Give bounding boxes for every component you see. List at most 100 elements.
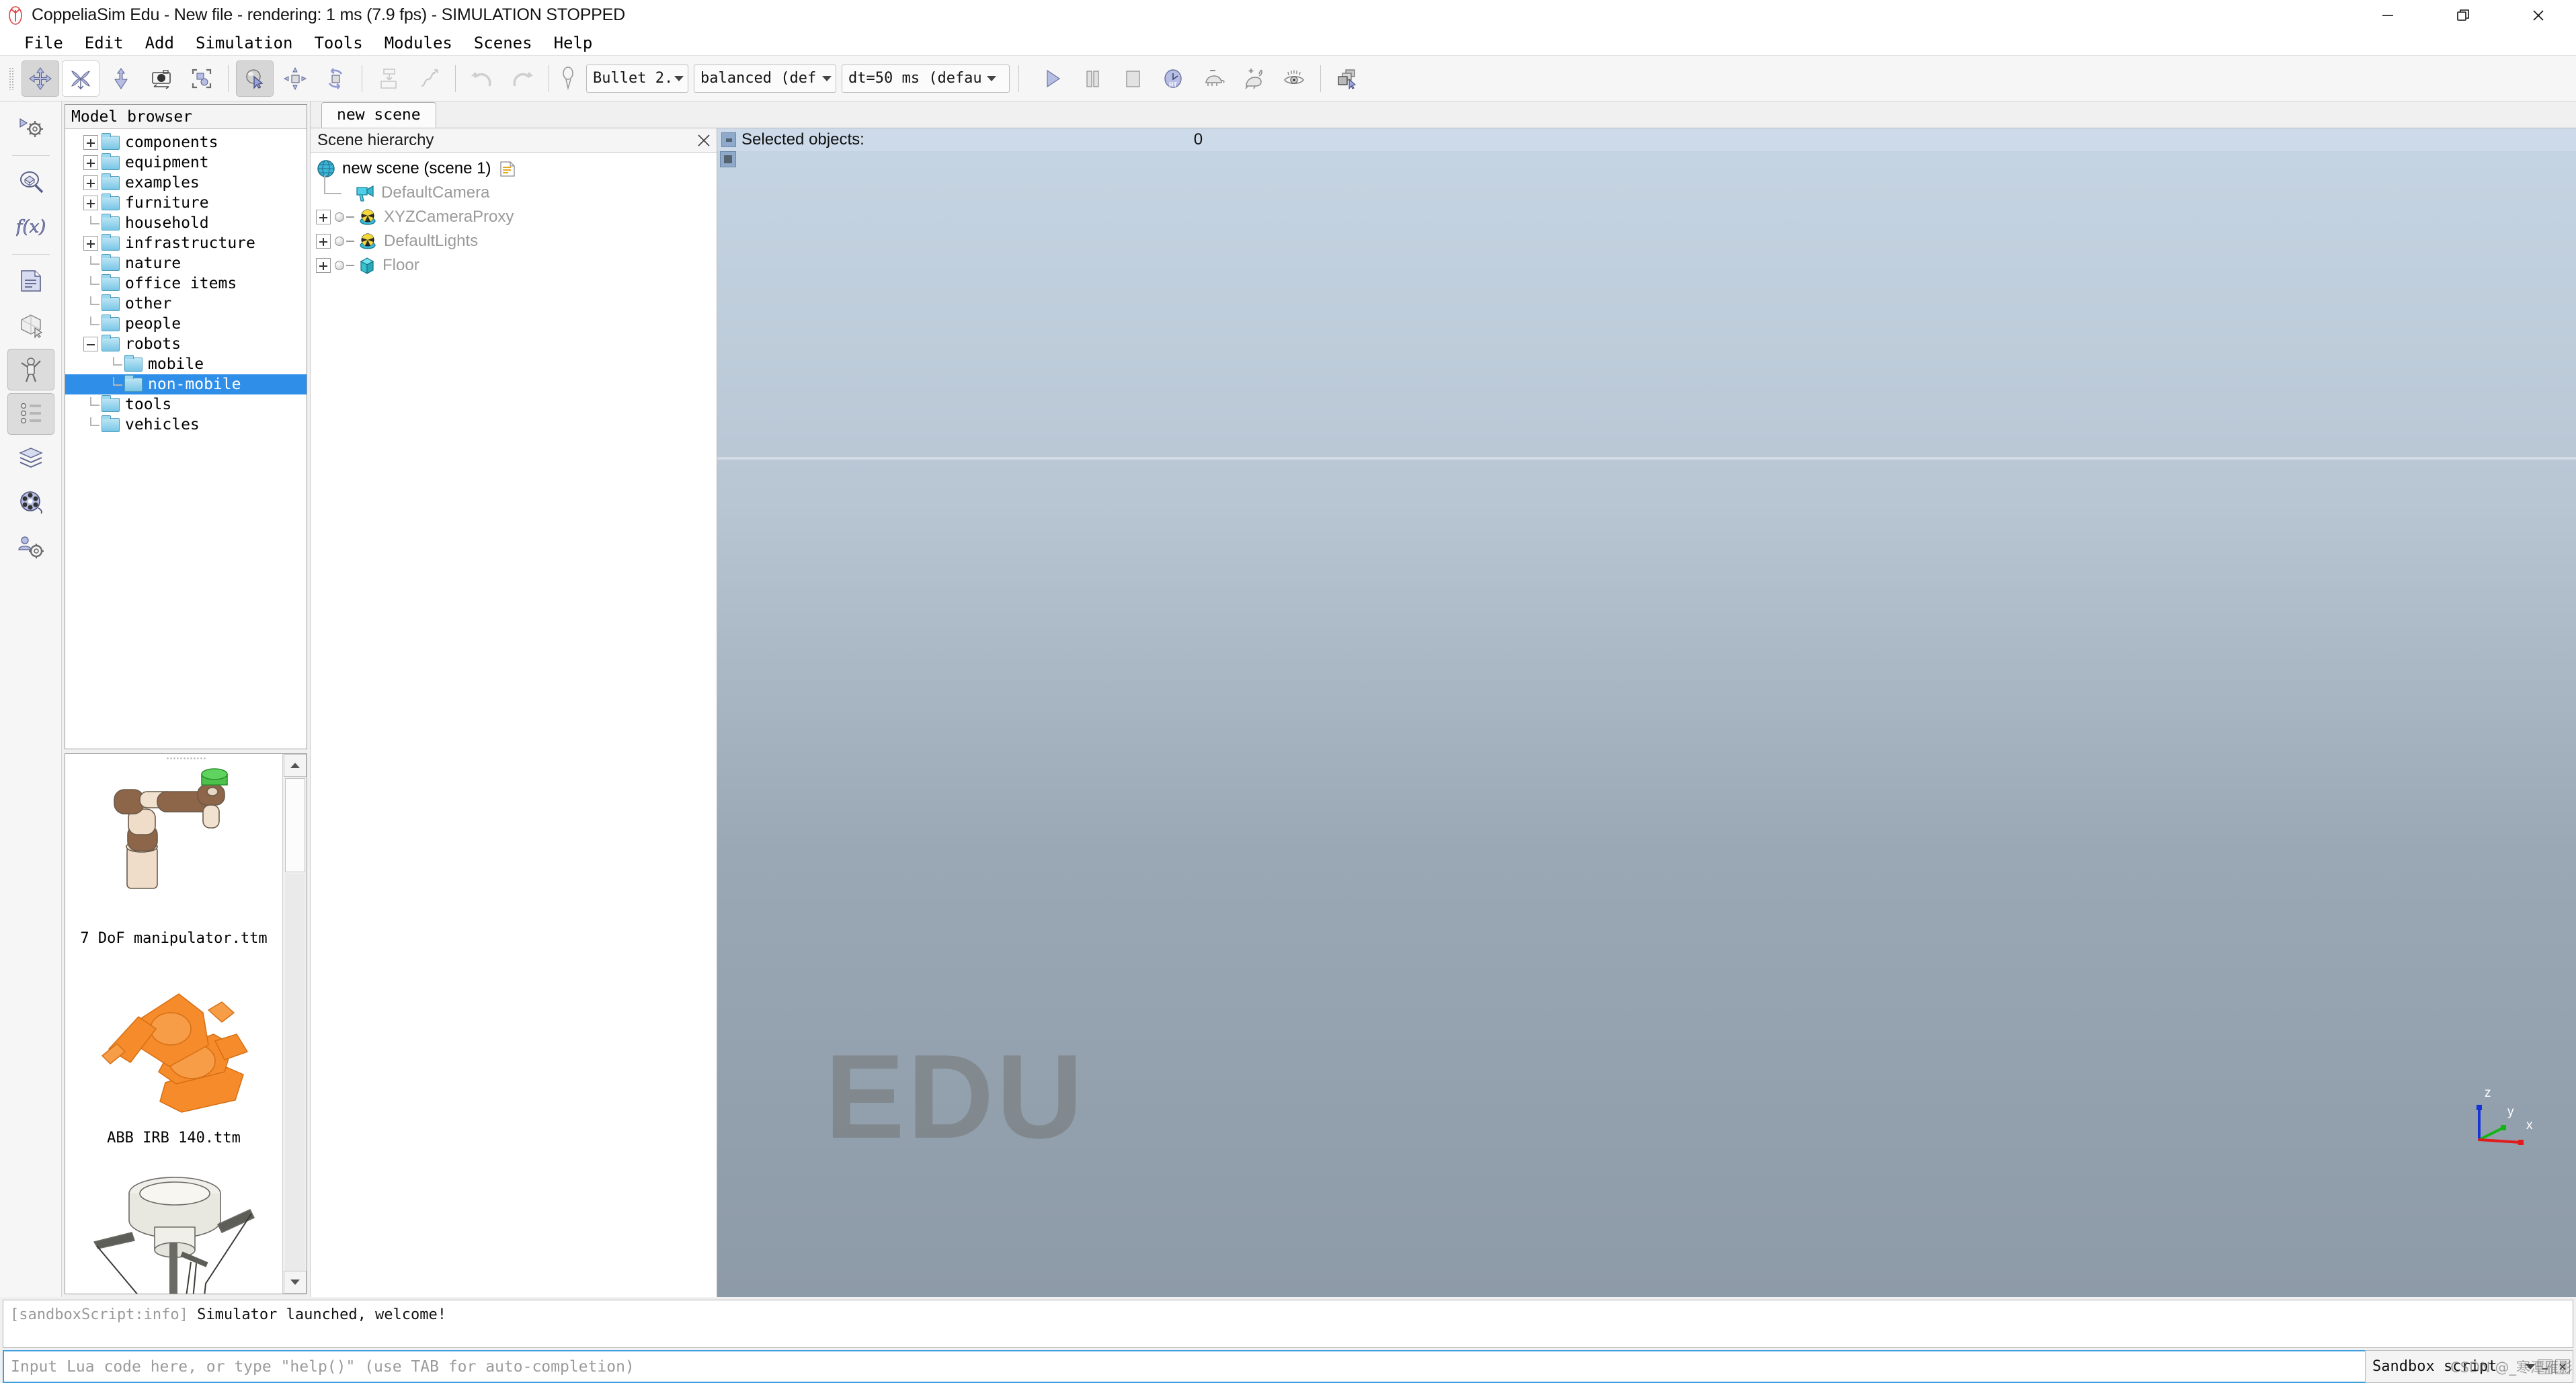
close-icon[interactable] [691,128,717,153]
minimize-icon[interactable] [2350,0,2425,30]
object-move-dialog-icon[interactable] [276,60,314,97]
object-properties-icon[interactable] [7,161,54,203]
tree-item-household[interactable]: household [65,213,307,233]
tree-item-tools[interactable]: tools [65,394,307,415]
redo-icon[interactable] [504,60,541,97]
camera-shift-icon[interactable] [143,60,180,97]
expander-plus-icon[interactable] [83,196,98,210]
visibility-bulb-icon[interactable] [335,237,344,246]
fit-to-view-icon[interactable] [183,60,220,97]
calculation-modules-icon[interactable]: f(x) [7,206,54,247]
page-selector-icon[interactable] [1328,60,1366,97]
menu-simulation[interactable]: Simulation [185,30,304,56]
scrollbar-track[interactable] [285,874,305,1271]
path-edit-icon[interactable] [410,60,448,97]
pause-button[interactable] [1074,60,1111,97]
scene-hierarchy-tree[interactable]: new scene (scene 1) [311,153,717,1297]
script-editor-icon[interactable] [7,260,54,302]
user-settings-icon[interactable] [7,526,54,568]
tree-item-nature[interactable]: nature [65,253,307,274]
tree-item-robots[interactable]: robots [65,334,307,354]
viewport-page-toggle-icon[interactable] [720,151,736,167]
expander-plus-icon[interactable] [316,234,331,249]
realtime-clock-icon[interactable]: RT [1154,60,1192,97]
tree-item-components[interactable]: components [65,132,307,153]
tab-new-scene[interactable]: new scene [321,102,436,128]
menu-tools[interactable]: Tools [303,30,373,56]
menu-edit[interactable]: Edit [74,30,134,56]
restore-icon[interactable] [2425,0,2501,30]
expander-plus-icon[interactable] [83,175,98,190]
object-rotate-dialog-icon[interactable] [317,60,354,97]
tree-item-vehicles[interactable]: vehicles [65,415,307,435]
timestep-combo[interactable]: dt=50 ms (defau [842,65,1010,93]
scrollbar-thumb[interactable] [285,778,305,872]
lua-input-field[interactable]: Input Lua code here, or type "help()" (u… [3,1350,2365,1383]
hierarchy-node-floor[interactable]: Floor [311,253,717,278]
model-list-item[interactable] [65,1161,282,1294]
model-category-tree[interactable]: components equipment examples [65,129,307,749]
collapse-toggle-icon[interactable] [721,132,736,147]
tree-item-other[interactable]: other [65,294,307,314]
visibility-bulb-icon[interactable] [335,261,344,270]
object-rotate-icon[interactable] [62,60,99,97]
tree-item-equipment[interactable]: equipment [65,153,307,173]
expander-plus-icon[interactable] [83,155,98,170]
tree-item-mobile[interactable]: mobile [65,354,307,374]
slow-down-turtle-icon[interactable] [1195,60,1232,97]
simulation-settings-icon[interactable] [7,107,54,149]
menu-scenes[interactable]: Scenes [463,30,543,56]
model-list-item[interactable]: ABB IRB 140.ttm [65,962,282,1161]
expander-minus-icon[interactable] [83,337,98,351]
hierarchy-node-defaultlights[interactable]: DefaultLights [311,229,717,253]
delta-robot-thumbnail[interactable] [83,1161,265,1294]
toolbar-grip[interactable] [5,63,16,94]
abb-irb-140-thumbnail[interactable] [83,962,265,1128]
expander-plus-icon[interactable] [316,210,331,224]
object-translate-z-icon[interactable] [102,60,140,97]
model-thumbnail-list[interactable]: 7 DoF manipulator.ttm [65,754,282,1294]
layers-icon[interactable] [7,437,54,479]
precision-combo[interactable]: balanced (def: [694,65,836,93]
visualize-eye-icon[interactable] [1275,60,1313,97]
tree-item-office-items[interactable]: office items [65,274,307,294]
tree-item-examples[interactable]: examples [65,173,307,193]
script-selector-combo[interactable]: Sandbox script CSDN @_寒潭雁影 [2365,1350,2573,1383]
scroll-down-arrow-icon[interactable] [284,1271,307,1294]
expander-plus-icon[interactable] [83,236,98,251]
seven-dof-manipulator-thumbnail[interactable] [83,762,265,929]
dynamics-engine-combo[interactable]: Bullet 2. [586,65,688,93]
tree-item-furniture[interactable]: furniture [65,193,307,213]
console-minimize-icon[interactable] [2538,1359,2552,1374]
scene-script-icon[interactable] [499,160,516,177]
undo-icon[interactable] [463,60,501,97]
expander-plus-icon[interactable] [83,135,98,150]
close-icon[interactable] [2501,0,2576,30]
video-recorder-icon[interactable] [7,482,54,523]
hierarchy-node-scene[interactable]: new scene (scene 1) [311,157,717,181]
click-select-icon[interactable] [236,60,274,97]
menu-file[interactable]: File [13,30,74,56]
hierarchy-node-xyzcameraproxy[interactable]: XYZCameraProxy [311,205,717,229]
visibility-bulb-icon[interactable] [335,212,344,222]
console-close-icon[interactable] [2555,1359,2570,1374]
tree-item-people[interactable]: people [65,314,307,334]
assemble-disassemble-icon[interactable] [370,60,407,97]
3d-viewport[interactable]: Selected objects: 0 EDU [717,128,2576,1297]
expander-plus-icon[interactable] [316,258,331,273]
object-select-icon[interactable] [7,304,54,346]
object-shift-icon[interactable] [22,60,59,97]
menu-add[interactable]: Add [134,30,185,56]
speed-up-rabbit-icon[interactable] [1235,60,1273,97]
model-list-scrollbar[interactable] [282,754,307,1294]
model-browser-icon[interactable] [7,349,54,390]
tree-item-non-mobile[interactable]: non-mobile [65,374,307,394]
tree-item-infrastructure[interactable]: infrastructure [65,233,307,253]
play-button[interactable] [1033,60,1071,97]
menu-help[interactable]: Help [543,30,604,56]
menu-modules[interactable]: Modules [374,30,463,56]
hierarchy-node-defaultcamera[interactable]: DefaultCamera [311,181,717,205]
panel-resize-grip[interactable] [65,754,307,762]
model-list-item[interactable]: 7 DoF manipulator.ttm [65,762,282,962]
stop-button[interactable] [1114,60,1152,97]
